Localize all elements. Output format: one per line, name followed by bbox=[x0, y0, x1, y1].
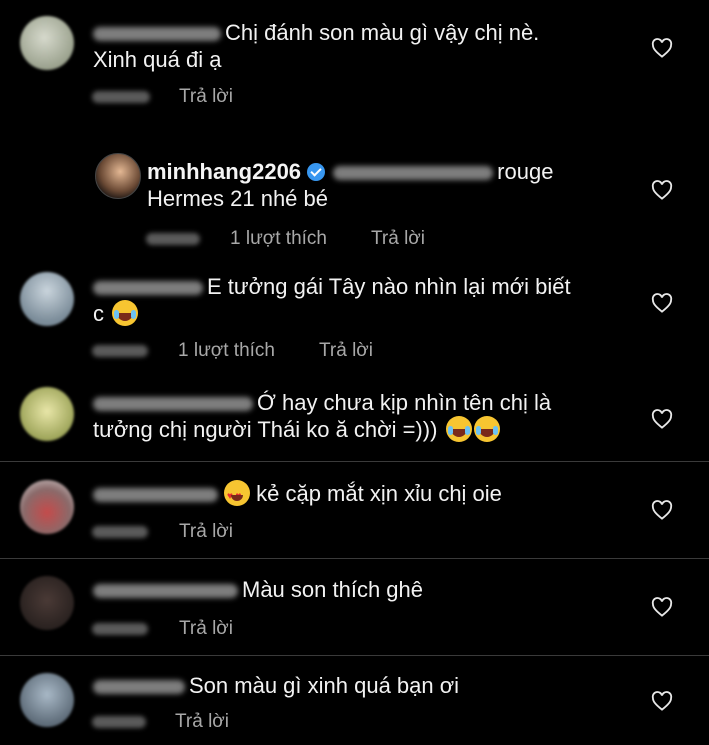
heart-outline-icon[interactable] bbox=[651, 180, 673, 200]
reply-button[interactable]: Trả lời bbox=[371, 228, 425, 250]
blurred-username[interactable] bbox=[93, 397, 253, 412]
comment-text: Chị đánh son màu gì vậy chị nè. Xinh quá… bbox=[93, 20, 540, 72]
face-with-tears-of-joy-emoji bbox=[112, 300, 139, 326]
comment-text: E tưởng gái Tây nào nhìn lại mới biết c bbox=[93, 274, 571, 326]
avatar[interactable] bbox=[20, 480, 74, 534]
blurred-timestamp bbox=[92, 91, 150, 103]
blurred-timestamp bbox=[146, 233, 200, 245]
comment-text: Son màu gì xinh quá bạn ơi bbox=[93, 672, 459, 699]
face-with-tears-of-joy-emoji bbox=[445, 416, 472, 442]
face-with-tears-of-joy-emoji bbox=[473, 416, 500, 442]
blurred-username[interactable] bbox=[93, 281, 203, 296]
comment: Chị đánh son màu gì vậy chị nè. Xinh quá… bbox=[0, 0, 709, 120]
comment-text: minhhang2206 rouge Hermes 21 nhé bé bbox=[147, 159, 554, 211]
reply-button[interactable]: Trả lời bbox=[179, 521, 233, 543]
likes-count[interactable]: 1 lượt thích bbox=[178, 340, 275, 362]
heart-outline-icon[interactable] bbox=[651, 500, 673, 520]
avatar[interactable] bbox=[20, 16, 74, 70]
verified-badge-icon bbox=[307, 163, 326, 181]
comment-text: Màu son thích ghê bbox=[93, 576, 423, 603]
blurred-username[interactable] bbox=[93, 680, 185, 695]
blurred-mention[interactable] bbox=[333, 166, 494, 181]
reply-button[interactable]: Trả lời bbox=[179, 618, 233, 640]
heart-outline-icon[interactable] bbox=[651, 409, 673, 429]
comment: E tưởng gái Tây nào nhìn lại mới biết c … bbox=[0, 260, 709, 375]
heart-outline-icon[interactable] bbox=[651, 38, 673, 58]
blurred-username[interactable] bbox=[93, 584, 238, 599]
blurred-timestamp bbox=[92, 526, 148, 538]
comment: kẻ cặp mắt xịn xỉu chị oie Trả lời bbox=[0, 462, 709, 558]
blurred-timestamp bbox=[92, 345, 148, 357]
avatar[interactable] bbox=[20, 673, 74, 727]
comment: Màu son thích ghê Trả lời bbox=[0, 559, 709, 655]
heart-outline-icon[interactable] bbox=[651, 293, 673, 313]
avatar[interactable] bbox=[20, 272, 74, 326]
blurred-timestamp bbox=[92, 623, 148, 635]
blurred-timestamp bbox=[92, 716, 146, 728]
avatar[interactable] bbox=[95, 153, 141, 199]
reply-button[interactable]: Trả lời bbox=[179, 86, 233, 108]
comment: Ớ hay chưa kịp nhìn tên chị là tưởng chị… bbox=[0, 375, 709, 461]
comment-text: kẻ cặp mắt xịn xỉu chị oie bbox=[93, 480, 502, 510]
heart-eyes-emoji bbox=[224, 480, 250, 510]
avatar[interactable] bbox=[20, 576, 74, 630]
reply-button[interactable]: Trả lời bbox=[319, 340, 373, 362]
blurred-username[interactable] bbox=[93, 488, 218, 503]
reply-button[interactable]: Trả lời bbox=[175, 711, 229, 733]
reply-comment: minhhang2206 rouge Hermes 21 nhé bé 1 lư… bbox=[0, 120, 709, 260]
comment: Son màu gì xinh quá bạn ơi Trả lời bbox=[0, 656, 709, 745]
comment-text: Ớ hay chưa kịp nhìn tên chị là tưởng chị… bbox=[93, 390, 552, 442]
avatar[interactable] bbox=[20, 387, 74, 441]
author-username[interactable]: minhhang2206 bbox=[147, 159, 301, 184]
heart-outline-icon[interactable] bbox=[651, 691, 673, 711]
heart-outline-icon[interactable] bbox=[651, 597, 673, 617]
likes-count[interactable]: 1 lượt thích bbox=[230, 228, 327, 250]
blurred-username[interactable] bbox=[93, 27, 221, 42]
